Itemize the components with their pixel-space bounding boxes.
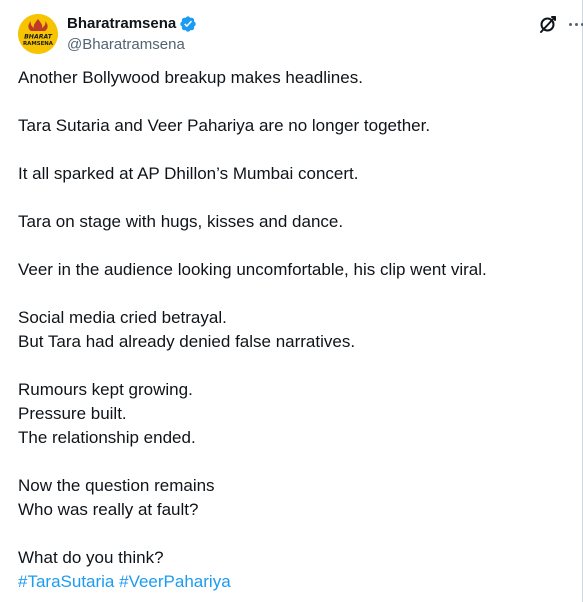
tweet-line: Tara on stage with hugs, kisses and danc… [18,212,344,231]
tweet-line: Pressure built. [18,404,127,423]
hashtag-row: #TaraSutaria #VeerPahariya [18,570,573,594]
hashtag-link-veerpahariya[interactable]: #VeerPahariya [119,572,231,591]
grok-button[interactable] [536,12,560,36]
tweet-text: Another Bollywood breakup makes headline… [18,66,573,594]
more-icon [569,23,572,26]
tweet-line: Another Bollywood breakup makes headline… [18,68,363,87]
tweet-line: Now the question remains [18,476,215,495]
more-options-button[interactable] [567,15,583,33]
more-icon-dot [575,23,578,26]
tweet-line: The relationship ended. [18,428,196,447]
tweet-line: Who was really at fault? [18,500,199,519]
user-handle[interactable]: @Bharatramsena [67,35,185,55]
hashtag-link-tarasutaria[interactable]: #TaraSutaria [18,572,114,591]
tweet-line: It all sparked at AP Dhillon’s Mumbai co… [18,164,359,183]
tweet-line: Veer in the audience looking uncomfortab… [18,260,487,279]
verified-badge-icon [180,16,196,32]
tweet-line: What do you think? [18,548,164,567]
tweet-line: But Tara had already denied false narrat… [18,332,356,351]
tweet-line: Social media cried betrayal. [18,308,227,327]
avatar[interactable]: BHARAT RAMSENA [18,14,58,54]
tweet-line: Rumours kept growing. [18,380,193,399]
grok-icon [540,16,556,33]
avatar-logo-icon: BHARAT RAMSENA [18,14,58,54]
author-name-row: Bharatramsena [67,14,197,34]
tweet-line: Tara Sutaria and Veer Pahariya are no lo… [18,116,431,135]
display-name[interactable]: Bharatramsena [67,14,176,34]
tweet-card: BHARAT RAMSENA Bharatramsena @Bharatrams… [0,0,583,602]
avatar-text-top: BHARAT [24,34,53,41]
avatar-text-bottom: RAMSENA [23,41,54,47]
